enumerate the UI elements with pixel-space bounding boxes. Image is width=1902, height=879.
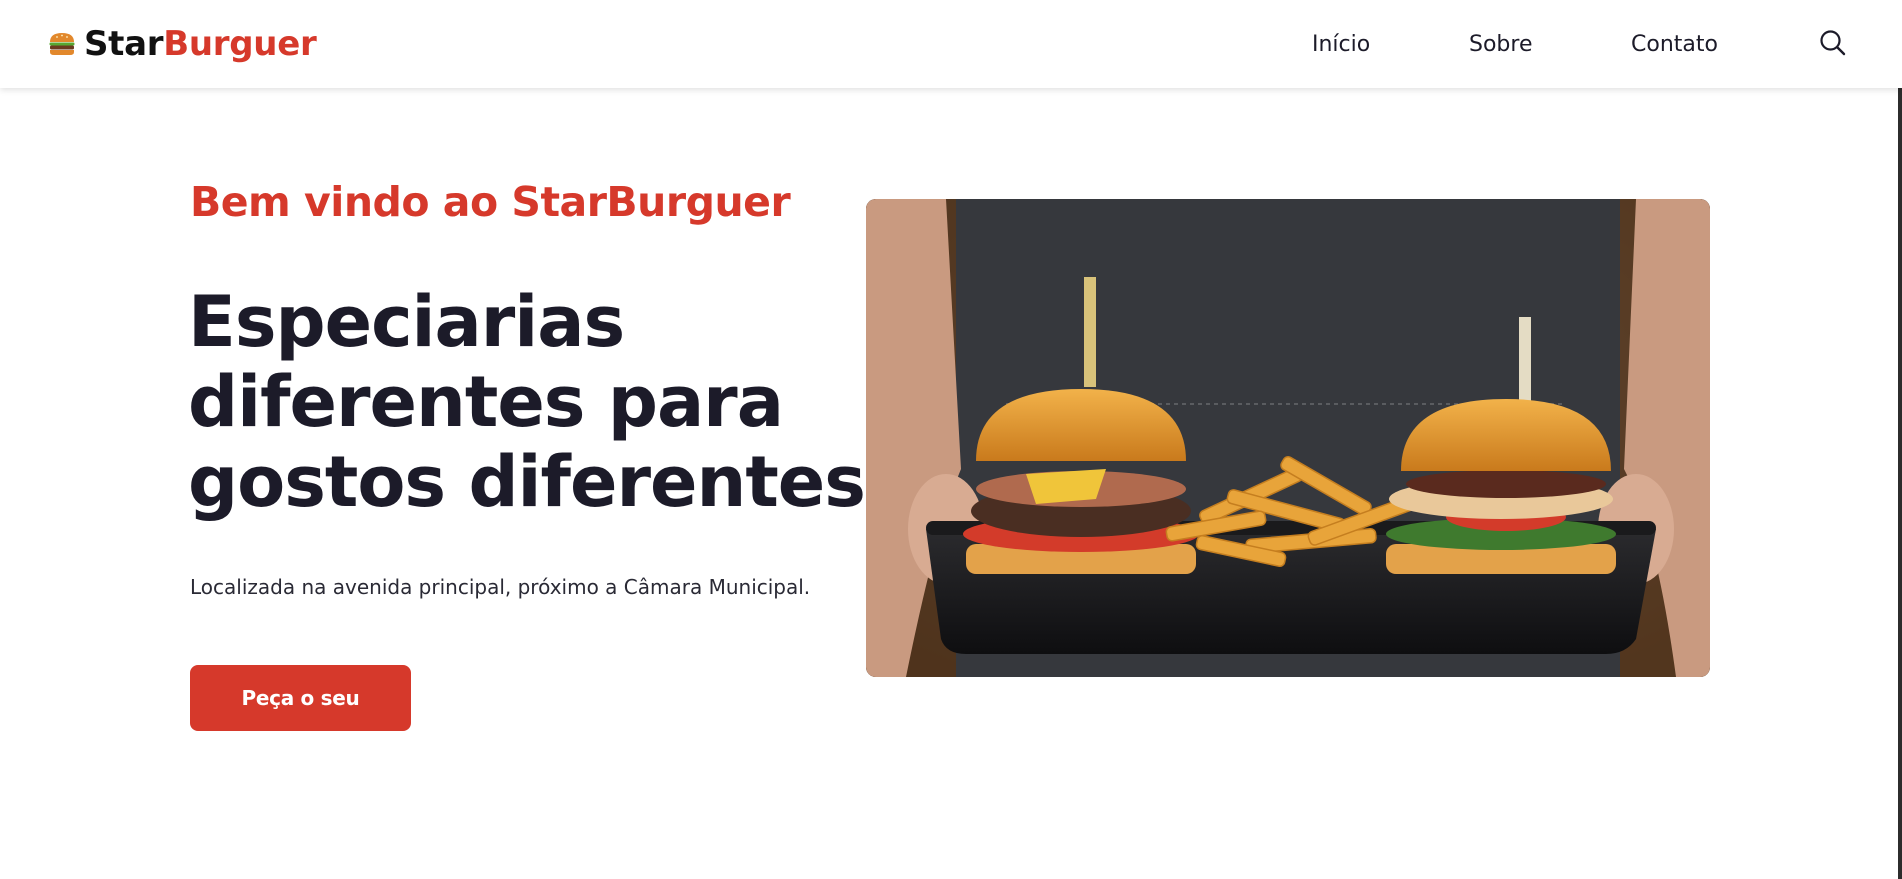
hero-image [866, 199, 1710, 677]
brand-logo[interactable]: StarBurguer [48, 22, 317, 66]
page-edge [1898, 88, 1902, 879]
nav-link-inicio[interactable]: Início [1312, 28, 1370, 62]
brand-name-part2: Burguer [163, 24, 317, 64]
burger-icon [49, 33, 75, 55]
order-button[interactable]: Peça o seu [190, 665, 411, 731]
nav-link-sobre[interactable]: Sobre [1469, 28, 1533, 62]
site-header: StarBurguer Início Sobre Contato [0, 0, 1902, 88]
burgers-tray-photo [866, 199, 1710, 677]
hero-title-line-3: gostos diferentes [188, 441, 866, 523]
brand-name: StarBurguer [84, 22, 317, 66]
search-button[interactable] [1818, 28, 1848, 58]
hero-title: Especiarias diferentes para gostos difer… [188, 281, 866, 523]
hero-subtitle: Bem vindo ao StarBurguer [190, 178, 791, 226]
hero-description: Localizada na avenida principal, próximo… [190, 575, 811, 599]
brand-name-part1: Star [84, 24, 164, 64]
hero-title-line-1: Especiarias [188, 281, 625, 363]
nav-link-contato[interactable]: Contato [1631, 28, 1718, 62]
search-icon [1820, 30, 1846, 56]
hero-title-line-2: diferentes para [188, 361, 784, 443]
